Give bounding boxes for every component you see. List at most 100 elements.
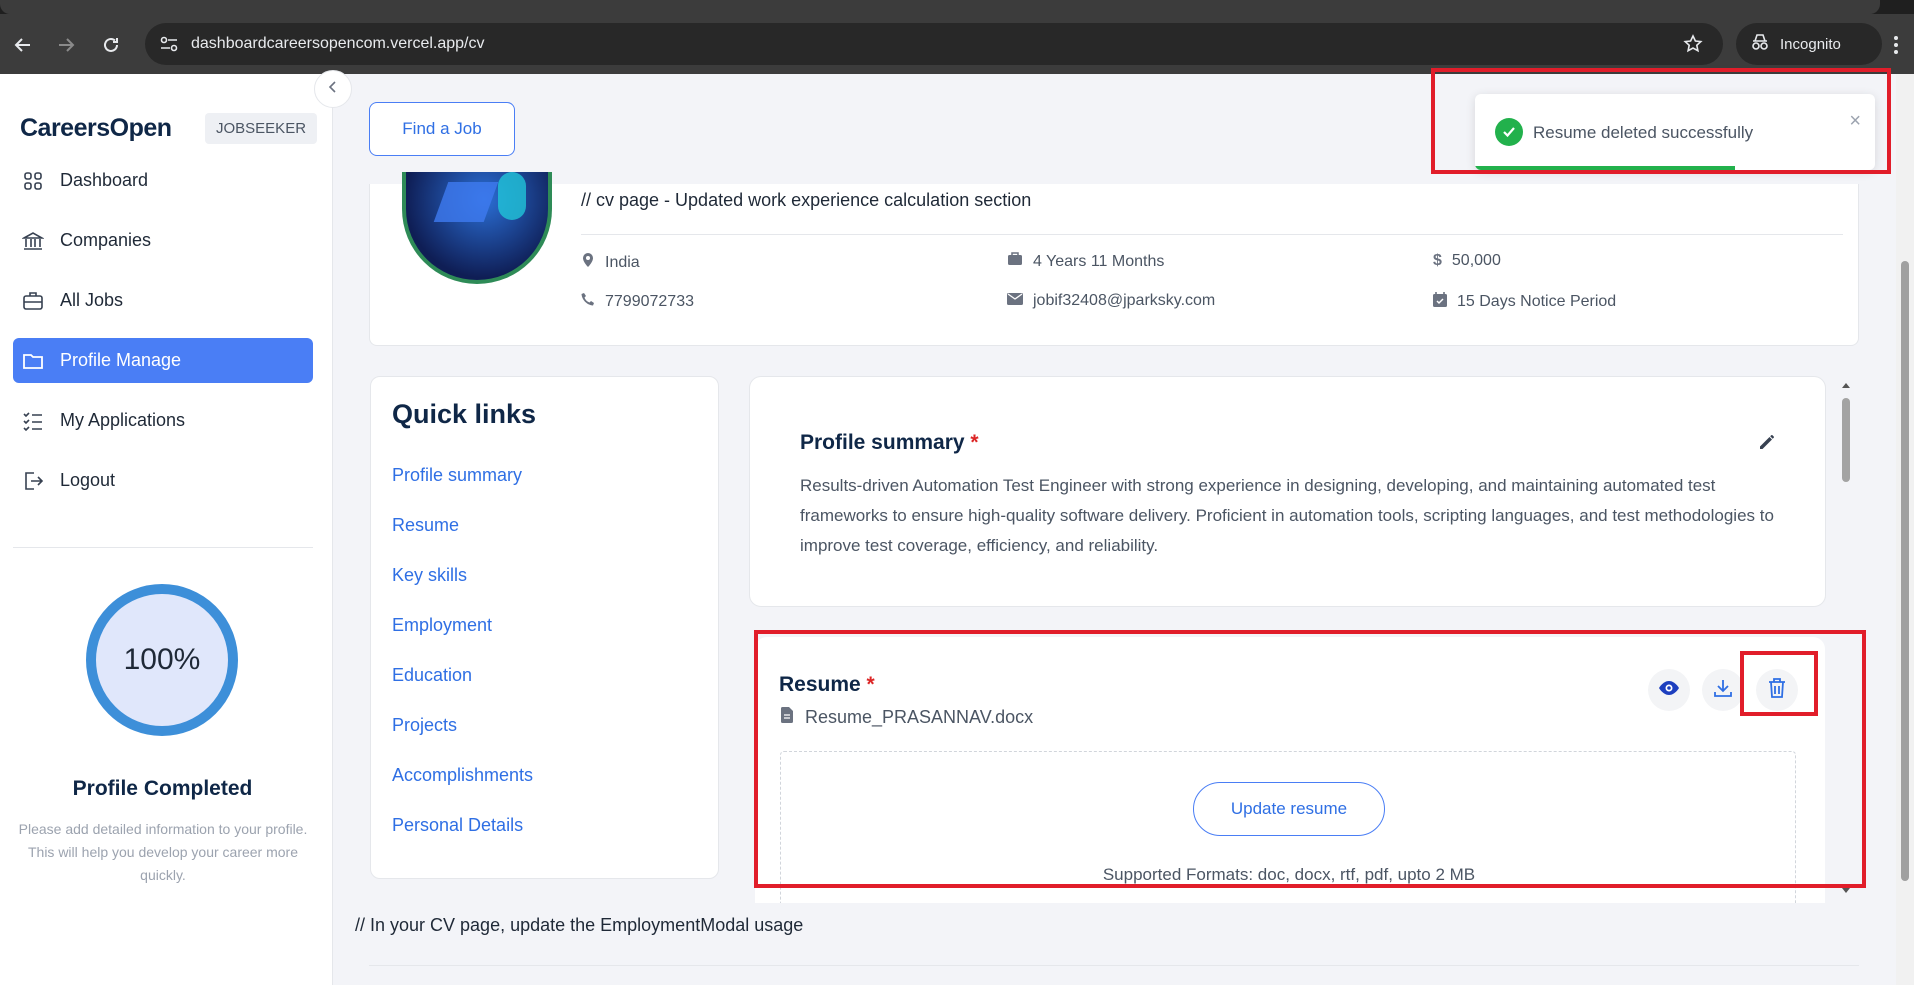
- quick-link-accomplishments[interactable]: Accomplishments: [392, 765, 533, 815]
- phone-icon: [581, 292, 595, 311]
- profile-header-card: // cv page - Updated work experience cal…: [369, 172, 1859, 346]
- url-text[interactable]: dashboardcareersopencom.vercel.app/cv: [191, 35, 485, 53]
- experience-info: 4 Years 11 Months: [1007, 252, 1164, 271]
- avatar-art: [498, 172, 526, 220]
- resume-file: Resume_PRASANNAV.docx: [781, 707, 1033, 728]
- find-job-button[interactable]: Find a Job: [369, 102, 515, 156]
- required-mark: *: [866, 673, 875, 696]
- check-circle-icon: [1495, 118, 1523, 146]
- eye-icon: [1657, 680, 1681, 701]
- sidebar-collapse-button[interactable]: [314, 70, 352, 108]
- quick-link-profile-summary[interactable]: Profile summary: [392, 465, 533, 515]
- sidebar: CareersOpen JOBSEEKER Dashboard Companie…: [0, 74, 333, 985]
- content-scrollbar[interactable]: [1839, 376, 1853, 896]
- sidebar-item-logout[interactable]: Logout: [13, 458, 313, 503]
- view-resume-button[interactable]: [1648, 669, 1690, 711]
- back-icon[interactable]: [8, 30, 38, 60]
- role-badge: JOBSEEKER: [205, 113, 318, 144]
- profile-progress-ring: 100%: [86, 584, 238, 736]
- quick-link-employment[interactable]: Employment: [392, 615, 533, 665]
- bank-icon: [21, 229, 45, 253]
- dollar-icon: $: [1433, 252, 1442, 269]
- sidebar-item-label: My Applications: [60, 410, 186, 430]
- quick-link-resume[interactable]: Resume: [392, 515, 533, 565]
- quick-links-list: Profile summary Resume Key skills Employ…: [392, 465, 533, 865]
- chevron-left-icon: [327, 80, 339, 99]
- close-icon[interactable]: ×: [1849, 110, 1861, 133]
- page-scrollbar[interactable]: [1896, 74, 1914, 985]
- bookmark-star-icon[interactable]: [1683, 34, 1703, 59]
- document-icon: [781, 707, 793, 728]
- sidebar-menu: Dashboard Companies All Jobs Profile Man…: [13, 158, 313, 518]
- quick-link-education[interactable]: Education: [392, 665, 533, 715]
- quick-links-title: Quick links: [392, 399, 537, 429]
- header-divider: [581, 234, 1843, 235]
- profile-summary-card: Profile summary * Results-driven Automat…: [749, 376, 1826, 607]
- briefcase-icon: [1007, 252, 1023, 271]
- bottom-note: // In your CV page, update the Employmen…: [355, 915, 804, 935]
- profile-summary-title-text: Profile summary: [800, 431, 965, 454]
- incognito-icon: [1750, 33, 1770, 55]
- browser-tabstrip: [0, 0, 1914, 14]
- update-resume-button[interactable]: Update resume: [1193, 782, 1385, 836]
- quick-link-key-skills[interactable]: Key skills: [392, 565, 533, 615]
- quick-link-projects[interactable]: Projects: [392, 715, 533, 765]
- scroll-down-icon[interactable]: [1839, 884, 1853, 896]
- profile-avatar[interactable]: [402, 172, 552, 284]
- browser-menu-icon[interactable]: [1884, 30, 1908, 60]
- sidebar-item-profile-manage[interactable]: Profile Manage: [13, 338, 313, 383]
- calendar-icon: [1433, 292, 1447, 312]
- sidebar-item-label: Companies: [60, 230, 152, 250]
- required-mark: *: [970, 431, 979, 454]
- logout-icon: [21, 469, 45, 493]
- forward-icon[interactable]: [51, 30, 81, 60]
- address-bar[interactable]: dashboardcareersopencom.vercel.app/cv: [145, 23, 1723, 65]
- sidebar-item-label: Profile Manage: [60, 350, 182, 370]
- supported-formats: Supported Formats: doc, docx, rtf, pdf, …: [1102, 865, 1476, 884]
- content-scrollbar-thumb[interactable]: [1842, 398, 1850, 482]
- briefcase-icon: [21, 289, 45, 313]
- browser-toolbar: dashboardcareersopencom.vercel.app/cv In…: [0, 14, 1914, 74]
- sidebar-item-companies[interactable]: Companies: [13, 218, 313, 263]
- pencil-icon[interactable]: [1757, 432, 1777, 457]
- resume-title-text: Resume: [779, 673, 861, 696]
- toast-progress-bar: [1475, 166, 1735, 170]
- toast-message: Resume deleted successfully: [1533, 123, 1754, 142]
- page-scrollbar-thumb[interactable]: [1901, 261, 1909, 881]
- incognito-label: Incognito: [1780, 35, 1841, 53]
- profile-completed-title: Profile Completed: [72, 777, 253, 800]
- incognito-indicator[interactable]: Incognito: [1736, 23, 1882, 65]
- header-note: // cv page - Updated work experience cal…: [581, 190, 1032, 210]
- list-check-icon: [21, 409, 45, 433]
- trash-icon: [1767, 677, 1787, 704]
- sidebar-item-label: All Jobs: [60, 290, 124, 310]
- envelope-icon: [1007, 292, 1023, 310]
- grid-icon: [21, 169, 45, 193]
- download-icon: [1712, 677, 1734, 704]
- quick-links-card: Quick links Profile summary Resume Key s…: [370, 376, 719, 879]
- sidebar-item-my-applications[interactable]: My Applications: [13, 398, 313, 443]
- profile-summary-title: Profile summary *: [800, 431, 979, 455]
- reload-icon[interactable]: [96, 30, 126, 60]
- folder-icon: [21, 349, 45, 373]
- resume-card: Resume * Resume_PRASANNAV.docx Update re…: [755, 637, 1825, 903]
- logo[interactable]: CareersOpen: [20, 114, 172, 143]
- notice-text: 15 Days Notice Period: [1457, 293, 1617, 310]
- email-info: jobif32408@jparksky.com: [1007, 292, 1215, 310]
- resume-title: Resume *: [779, 673, 875, 697]
- delete-resume-button[interactable]: [1756, 669, 1798, 711]
- progress-percent: 100%: [123, 643, 201, 676]
- sidebar-item-dashboard[interactable]: Dashboard: [13, 158, 313, 203]
- download-resume-button[interactable]: [1702, 669, 1744, 711]
- scroll-up-icon[interactable]: [1839, 380, 1853, 392]
- sidebar-divider: [13, 547, 313, 548]
- location-info: India: [581, 252, 640, 273]
- salary-text: 50,000: [1451, 252, 1501, 269]
- resume-file-name: Resume_PRASANNAV.docx: [805, 707, 1034, 727]
- site-settings-icon[interactable]: [159, 34, 179, 59]
- resume-upload-area[interactable]: Update resume Supported Formats: doc, do…: [780, 751, 1796, 903]
- quick-link-personal-details[interactable]: Personal Details: [392, 815, 533, 865]
- sidebar-item-all-jobs[interactable]: All Jobs: [13, 278, 313, 323]
- browser-tab[interactable]: [0, 0, 1880, 14]
- location-text: India: [605, 253, 640, 271]
